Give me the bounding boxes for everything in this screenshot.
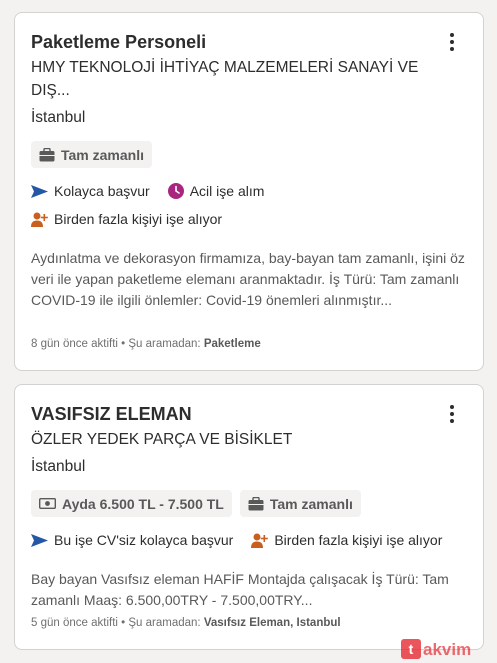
- more-options-icon[interactable]: [441, 403, 463, 425]
- job-tags: Ayda 6.500 TL - 7.500 TL Tam zamanlı: [31, 490, 467, 517]
- multiple-hires-feature: Birden fazla kişiyi işe alıyor: [31, 210, 467, 228]
- meta-prefix: 8 gün önce aktifti • Şu aramadan:: [31, 338, 204, 350]
- job-location: İstanbul: [31, 458, 86, 475]
- job-snippet: Bay bayan Vasıfsız eleman HAFİF Montajda…: [31, 571, 449, 608]
- svg-text:akvim: akvim: [423, 640, 471, 659]
- feature-label: Bu işe CV'siz kolayca başvur: [54, 532, 234, 548]
- add-person-icon: [31, 212, 48, 227]
- job-meta: 8 gün önce aktifti • Şu aramadan: Paketl…: [31, 338, 261, 350]
- company-name-line: HMY TEKNOLOJİ İHTİYAÇ MALZEMELERİ SANAYİ…: [31, 59, 419, 76]
- job-tags: Tam zamanlı: [31, 141, 467, 168]
- job-card[interactable]: Paketleme Personeli HMY TEKNOLOJİ İHTİYA…: [14, 12, 484, 371]
- svg-text:t: t: [409, 641, 414, 657]
- salary-tag: Ayda 6.500 TL - 7.500 TL: [31, 490, 232, 517]
- money-icon: [39, 498, 56, 509]
- job-title[interactable]: Paketleme Personeli: [31, 31, 431, 54]
- feature-label: Birden fazla kişiyi işe alıyor: [54, 211, 223, 227]
- job-meta: 5 gün önce aktifti • Şu aramadan: Vasıfs…: [31, 617, 341, 629]
- add-person-icon: [251, 533, 269, 548]
- feature-label: Birden fazla kişiyi işe alıyor: [274, 532, 443, 548]
- multiple-hires-feature: Birden fazla kişiyi işe alıyor: [251, 531, 442, 549]
- feature-label: Kolayca başvur: [54, 183, 150, 199]
- briefcase-icon: [39, 147, 55, 161]
- feature-label: Acil işe alım: [189, 183, 265, 199]
- takvim-watermark-logo: t akvim: [401, 639, 471, 659]
- company-name-line: DIŞ...: [31, 82, 70, 99]
- tag-label: Ayda 6.500 TL - 7.500 TL: [62, 495, 224, 512]
- urgent-hiring-feature: Acil işe alım: [167, 182, 265, 200]
- easy-apply-feature: Bu işe CV'siz kolayca başvur: [31, 531, 233, 549]
- send-arrow-icon: [31, 533, 48, 547]
- briefcase-icon: [248, 496, 264, 510]
- job-features: Bu işe CV'siz kolayca başvur Birden fazl…: [31, 531, 467, 549]
- company-name: HMY TEKNOLOJİ İHTİYAÇ MALZEMELERİ SANAYİ…: [31, 56, 431, 102]
- tag-label: Tam zamanlı: [61, 146, 144, 163]
- saved-search-link[interactable]: Vasıfsız Eleman, Istanbul: [204, 617, 341, 629]
- company-name: ÖZLER YEDEK PARÇA VE BİSİKLET: [31, 431, 293, 448]
- job-type-tag: Tam zamanlı: [239, 490, 361, 517]
- job-title[interactable]: VASIFSIZ ELEMAN: [31, 403, 431, 426]
- tag-label: Tam zamanlı: [269, 495, 353, 512]
- job-type-tag: Tam zamanlı: [31, 141, 152, 168]
- send-arrow-icon: [31, 184, 48, 198]
- job-location: İstanbul: [31, 109, 86, 126]
- job-card[interactable]: VASIFSIZ ELEMAN ÖZLER YEDEK PARÇA VE BİS…: [14, 384, 484, 650]
- job-features: Kolayca başvur Acil işe alım Birden fazl…: [31, 182, 467, 228]
- clock-icon: [167, 183, 184, 199]
- job-snippet: Aydınlatma ve dekorasyon firmamıza, bay-…: [31, 250, 465, 308]
- meta-prefix: 5 gün önce aktifti • Şu aramadan:: [31, 617, 204, 629]
- easy-apply-feature: Kolayca başvur: [31, 182, 150, 200]
- saved-search-link[interactable]: Paketleme: [204, 338, 261, 350]
- more-options-icon[interactable]: [441, 31, 463, 53]
